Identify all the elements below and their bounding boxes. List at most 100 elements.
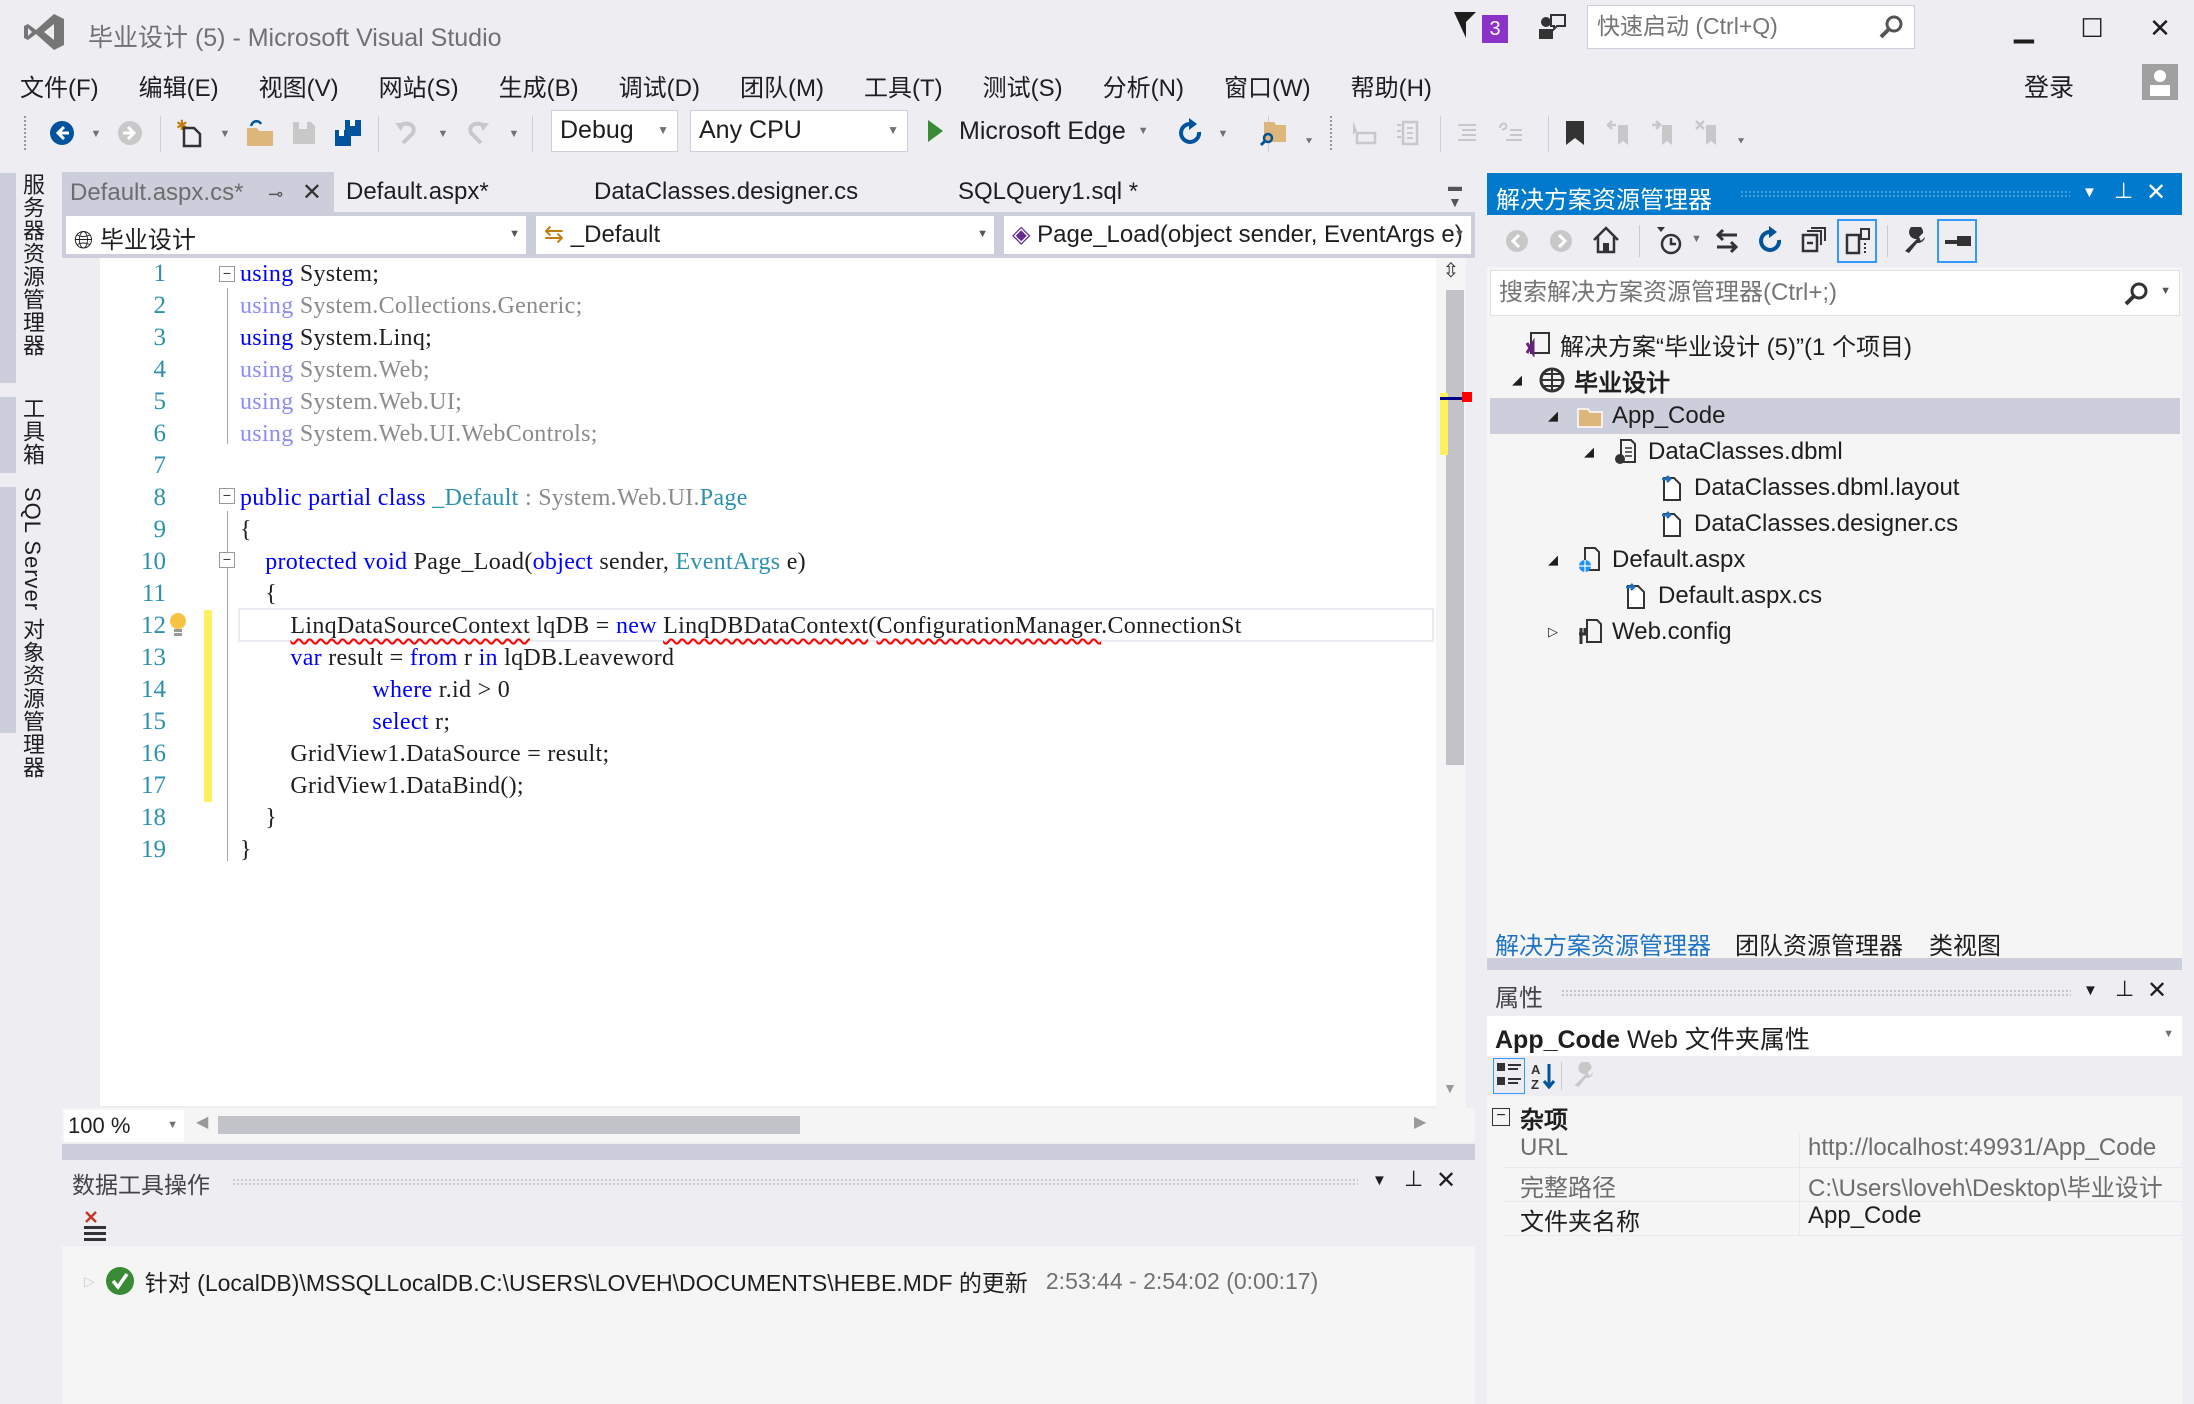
tree-item-web-config[interactable]: ▷ Web.config bbox=[1490, 614, 2180, 650]
sign-in-link[interactable]: 登录 bbox=[2024, 68, 2074, 104]
properties-object-selector[interactable]: App_Code Web 文件夹属性 ▼ bbox=[1487, 1016, 2182, 1056]
quick-launch-box[interactable] bbox=[1587, 5, 1915, 49]
operation-result-row[interactable]: ▷ 针对 (LocalDB)\MSSQLLocalDB.C:\USERS\LOV… bbox=[84, 1262, 1318, 1300]
tab-sqlquery1-sql[interactable]: SQLQuery1.sql * bbox=[950, 172, 1146, 214]
feedback-icon[interactable] bbox=[1537, 12, 1567, 42]
expanded-arrow-icon[interactable]: ◢ bbox=[1546, 552, 1560, 568]
comment-lines-button[interactable] bbox=[1452, 118, 1482, 148]
panel-grip[interactable] bbox=[232, 1178, 1358, 1186]
code-line-6[interactable]: using System.Web.UI.WebControls; bbox=[240, 418, 598, 450]
code-line-10[interactable]: protected void Page_Load(object sender, … bbox=[240, 546, 806, 578]
menu-window[interactable]: 窗口(W) bbox=[1224, 62, 1311, 104]
toolbar-grip[interactable] bbox=[24, 116, 30, 150]
tree-item-default-aspx[interactable]: ◢ Default.aspx bbox=[1490, 542, 2180, 578]
notification-count-badge[interactable]: 3 bbox=[1482, 15, 1508, 43]
back-icon[interactable] bbox=[1505, 229, 1529, 253]
tab-default-aspx[interactable]: Default.aspx* bbox=[338, 172, 497, 214]
expand-arrow-icon[interactable]: ▷ bbox=[84, 1273, 95, 1290]
preview-selected-items-button[interactable] bbox=[1937, 219, 1977, 263]
close-window-button[interactable]: ✕ bbox=[2136, 8, 2184, 48]
project-dropdown[interactable]: 🌐︎ 毕业设计 ▼ bbox=[66, 216, 526, 254]
collapse-icon[interactable]: − bbox=[219, 266, 235, 282]
tab-sql-server-object-explorer[interactable]: SQL Server 对象资源管理器 bbox=[18, 487, 48, 779]
code-line-12[interactable]: LinqDataSourceContext lqDB = new LinqDBD… bbox=[240, 610, 1242, 642]
clear-all-icon[interactable] bbox=[82, 1210, 108, 1242]
code-line-11[interactable]: { bbox=[240, 578, 277, 610]
code-line-4[interactable]: using System.Web; bbox=[240, 354, 430, 386]
property-row-full-path[interactable]: 完整路径 C:\Users\loveh\Desktop\毕业设计 bbox=[1504, 1168, 2182, 1202]
scroll-down-icon[interactable]: ▼ bbox=[1443, 1080, 1457, 1096]
toolbar-grip[interactable] bbox=[1330, 116, 1336, 150]
toolbar-overflow[interactable]: ⯆ bbox=[1734, 130, 1748, 154]
panel-grip[interactable] bbox=[1740, 190, 2070, 198]
code-line-15[interactable]: select r; bbox=[240, 706, 450, 738]
toggle-bookmark-button[interactable] bbox=[1560, 118, 1590, 148]
refresh-browser-button[interactable] bbox=[1176, 118, 1206, 148]
maximize-button[interactable]: ☐ bbox=[2068, 8, 2116, 48]
code-line-5[interactable]: using System.Web.UI; bbox=[240, 386, 462, 418]
clear-bookmarks-button[interactable] bbox=[1692, 118, 1722, 148]
zoom-level-combo[interactable]: 100 % ▼ bbox=[64, 1110, 184, 1142]
collapse-icon[interactable]: − bbox=[219, 552, 235, 568]
tab-server-explorer[interactable]: 服务器资源管理器 bbox=[18, 173, 48, 357]
code-line-14[interactable]: where r.id > 0 bbox=[240, 674, 510, 706]
tab-default-aspx-cs[interactable]: Default.aspx.cs* ⊸ ✕ bbox=[62, 172, 334, 214]
back-dropdown[interactable]: ▼ bbox=[89, 122, 103, 146]
navigate-forward-button[interactable] bbox=[115, 118, 145, 148]
tree-item-default-aspx-cs[interactable]: Default.aspx.cs bbox=[1490, 578, 2180, 614]
menu-debug[interactable]: 调试(D) bbox=[619, 62, 700, 104]
save-button[interactable] bbox=[289, 118, 319, 148]
code-line-2[interactable]: using System.Collections.Generic; bbox=[240, 290, 583, 322]
code-line-19[interactable]: } bbox=[240, 834, 252, 866]
panel-grip[interactable] bbox=[1561, 989, 2071, 997]
tab-overflow-dropdown[interactable]: ▬ ▼ bbox=[1448, 178, 1462, 210]
menu-help[interactable]: 帮助(H) bbox=[1351, 62, 1432, 104]
panel-menu-dropdown[interactable]: ▼ bbox=[2083, 982, 2098, 999]
refresh-icon[interactable] bbox=[1757, 225, 1785, 255]
split-window-icon[interactable]: ⇳ bbox=[1436, 258, 1466, 288]
tree-item-dbml-layout[interactable]: DataClasses.dbml.layout bbox=[1490, 470, 2180, 506]
menu-website[interactable]: 网站(S) bbox=[379, 62, 459, 104]
save-all-button[interactable] bbox=[333, 118, 363, 148]
pin-icon[interactable]: ⊥ bbox=[2114, 178, 2133, 204]
new-project-dropdown[interactable]: ▼ bbox=[218, 122, 232, 146]
tree-item-project[interactable]: ◢ 毕业设计 bbox=[1490, 362, 2180, 398]
member-dropdown[interactable]: ◈ Page_Load(object sender, EventArgs e) … bbox=[1004, 216, 1471, 254]
vertical-scroll-thumb[interactable] bbox=[1446, 290, 1464, 765]
code-line-9[interactable]: { bbox=[240, 514, 252, 546]
code-line-13[interactable]: var result = from r in lqDB.Leaveword bbox=[240, 642, 674, 674]
redo-button[interactable] bbox=[462, 118, 492, 148]
show-all-files-button[interactable] bbox=[1837, 219, 1877, 263]
uncomment-lines-button[interactable] bbox=[1496, 118, 1526, 148]
expanded-arrow-icon[interactable]: ◢ bbox=[1510, 372, 1524, 388]
expanded-arrow-icon[interactable]: ◢ bbox=[1546, 408, 1560, 424]
menu-file[interactable]: 文件(F) bbox=[20, 62, 99, 104]
minimize-button[interactable]: ▁ bbox=[2000, 8, 2048, 48]
pin-icon[interactable]: ⊸ bbox=[268, 184, 283, 204]
solution-search-input[interactable] bbox=[1491, 271, 2091, 315]
alphabetical-sort-icon[interactable]: AZ bbox=[1529, 1060, 1557, 1092]
menu-analyze[interactable]: 分析(N) bbox=[1103, 62, 1184, 104]
forward-icon[interactable] bbox=[1549, 229, 1573, 253]
menu-test[interactable]: 测试(S) bbox=[983, 62, 1063, 104]
step-into-button[interactable] bbox=[1348, 118, 1378, 148]
code-line-8[interactable]: public partial class _Default : System.W… bbox=[240, 482, 748, 514]
undo-button[interactable] bbox=[392, 118, 422, 148]
code-line-18[interactable]: } bbox=[240, 802, 277, 834]
scroll-right-icon[interactable]: ▶ bbox=[1414, 1112, 1426, 1132]
close-panel-icon[interactable]: ✕ bbox=[2147, 976, 2167, 1005]
menu-build[interactable]: 生成(B) bbox=[499, 62, 579, 104]
menu-team[interactable]: 团队(M) bbox=[740, 62, 824, 104]
type-dropdown[interactable]: ⇆ _Default ▼ bbox=[536, 216, 994, 254]
menu-edit[interactable]: 编辑(E) bbox=[139, 62, 219, 104]
solution-explorer-search[interactable]: ▼ bbox=[1490, 270, 2180, 316]
lightbulb-icon[interactable] bbox=[168, 612, 188, 640]
tree-item-dataclasses-dbml[interactable]: ◢ DataClasses.dbml bbox=[1490, 434, 2180, 470]
tree-item-app-code[interactable]: ◢ App_Code bbox=[1490, 398, 2180, 434]
tree-item-designer-cs[interactable]: DataClasses.designer.cs bbox=[1490, 506, 2180, 542]
navigate-back-button[interactable] bbox=[47, 118, 77, 148]
property-value[interactable]: App_Code bbox=[1800, 1202, 1921, 1235]
tree-item-solution[interactable]: 解决方案“毕业设计 (5)”(1 个项目) bbox=[1490, 326, 2180, 362]
property-pages-wrench-icon[interactable] bbox=[1571, 1062, 1597, 1090]
configuration-combo[interactable]: Debug ▼ bbox=[551, 110, 678, 152]
